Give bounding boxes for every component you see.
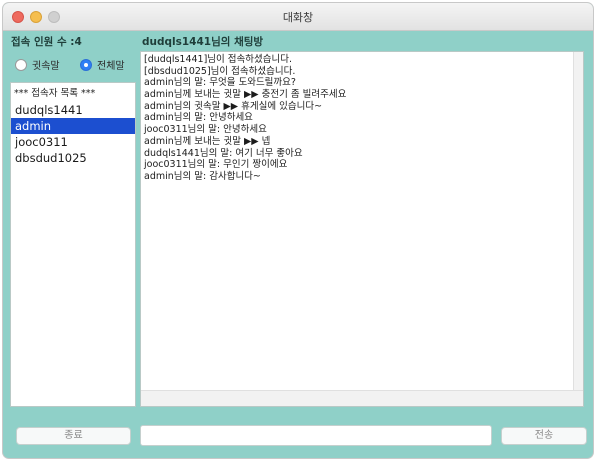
radio-all[interactable]: 전체말 [80, 57, 125, 72]
user-list-item-selected[interactable]: admin [11, 118, 135, 134]
connected-user-list[interactable]: *** 접속자 목록 *** dudqls1441 admin jooc0311… [10, 82, 136, 407]
chat-window: 대화창 접속 인원 수 :4 dudqls1441님의 채팅방 귓속말 전체말 … [3, 3, 593, 458]
exit-button[interactable]: 종료 [16, 427, 131, 445]
chat-message: admin님의 말: 무엇을 도와드릴까요? [144, 77, 296, 89]
chat-message: [dudqls1441]님이 접속하셨습니다. [144, 54, 292, 65]
radio-all-label: 전체말 [97, 61, 125, 72]
user-list-header: *** 접속자 목록 *** [14, 88, 96, 99]
radio-all-indicator[interactable] [80, 58, 92, 71]
chat-message: jooc0311님의 말: 안녕하세요 [144, 124, 267, 136]
chat-log[interactable]: [dudqls1441]님이 접속하셨습니다. [dbsdud1025]님이 접… [140, 51, 584, 407]
user-list-item[interactable]: jooc0311 [11, 134, 135, 150]
chat-message: admin님께 보내는 귓말 ▶▶ 충전기 좀 빌려주세요 [144, 89, 347, 101]
chat-room-title: dudqls1441님의 채팅방 [142, 36, 264, 48]
radio-whisper-indicator[interactable] [15, 58, 27, 71]
user-list-item[interactable]: dudqls1441 [11, 102, 135, 118]
chat-message: dudqls1441님의 말: 여기 너무 좋아요 [144, 147, 303, 159]
chat-horizontal-scrollbar[interactable] [141, 390, 583, 406]
title-bar: 대화창 [3, 3, 593, 31]
send-button[interactable]: 전송 [501, 427, 587, 445]
window-title: 대화창 [282, 11, 314, 24]
chat-message: jooc0311님의 말: 무인기 짱이에요 [144, 159, 288, 171]
chat-message: admin님의 말: 안녕하세요 [144, 112, 253, 124]
message-input[interactable] [140, 425, 492, 446]
radio-whisper-label: 귓속말 [32, 61, 60, 72]
radio-whisper[interactable]: 귓속말 [15, 57, 60, 72]
user-list-item[interactable]: dbsdud1025 [11, 150, 135, 166]
chat-message: admin님의 말: 감사합니다~ [144, 170, 261, 182]
chat-log-content: [dudqls1441]님이 접속하셨습니다. [dbsdud1025]님이 접… [141, 52, 574, 390]
chat-message: admin님의 귓속말 ▶▶ 휴게실에 있습니다~ [144, 100, 323, 112]
chat-message: admin님께 보내는 귓말 ▶▶ 넵 [144, 135, 271, 147]
connected-users-count: 접속 인원 수 :4 [11, 36, 82, 48]
chat-vertical-scrollbar[interactable] [573, 52, 583, 390]
chat-message: [dbsdud1025]님이 접속하셨습니다. [144, 65, 296, 77]
